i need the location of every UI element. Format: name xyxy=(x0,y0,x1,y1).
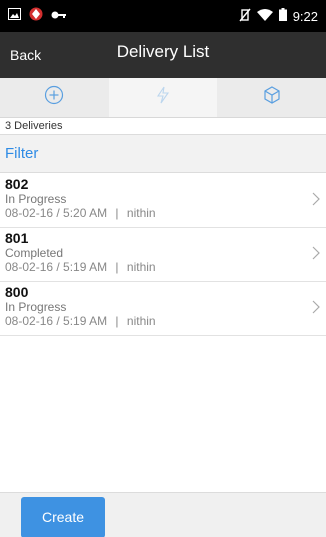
app-header: Back Delivery List xyxy=(0,32,326,78)
delivery-user: nithin xyxy=(126,260,156,274)
lightning-icon xyxy=(156,86,170,109)
chevron-right-icon xyxy=(312,192,320,211)
app-icon xyxy=(29,7,43,26)
image-icon xyxy=(8,7,21,25)
delivery-id: 801 xyxy=(5,230,29,246)
chevron-right-icon xyxy=(312,300,320,319)
delivery-user: nithin xyxy=(126,206,156,220)
chevron-right-icon xyxy=(312,246,320,265)
plus-circle-icon xyxy=(44,85,64,110)
delivery-list: 802 In Progress 08-02-16 / 5:20 AM | nit… xyxy=(0,174,326,336)
tab-add[interactable] xyxy=(0,78,109,117)
delivery-meta: 08-02-16 / 5:19 AM | nithin xyxy=(5,260,326,274)
delivery-status: In Progress xyxy=(5,192,67,206)
tab-package[interactable] xyxy=(217,78,326,117)
meta-separator: | xyxy=(115,314,119,328)
list-item[interactable]: 801 Completed 08-02-16 / 5:19 AM | nithi… xyxy=(0,228,326,282)
battery-icon xyxy=(278,8,287,24)
delivery-id: 802 xyxy=(5,176,29,192)
delivery-meta: 08-02-16 / 5:19 AM | nithin xyxy=(5,314,326,328)
box-icon xyxy=(262,85,282,110)
delivery-meta: 08-02-16 / 5:20 AM | nithin xyxy=(5,206,326,220)
delivery-count: 3 Deliveries xyxy=(0,118,326,135)
page-title: Delivery List xyxy=(116,42,210,61)
delivery-status: In Progress xyxy=(5,300,67,314)
delivery-user: nithin xyxy=(126,314,156,328)
tab-bar xyxy=(0,78,326,118)
tab-activity[interactable] xyxy=(108,78,218,117)
meta-separator: | xyxy=(115,206,119,220)
vibrate-off-icon xyxy=(239,8,251,25)
status-time: 9:22 xyxy=(292,8,318,24)
system-icons: 9:22 xyxy=(239,8,318,25)
delivery-datetime: 08-02-16 / 5:19 AM xyxy=(5,260,108,274)
footer-bar: Create xyxy=(0,492,326,537)
notification-icons xyxy=(8,7,67,26)
list-item[interactable]: 802 In Progress 08-02-16 / 5:20 AM | nit… xyxy=(0,174,326,228)
delivery-id: 800 xyxy=(5,284,29,300)
meta-separator: | xyxy=(115,260,119,274)
create-button[interactable]: Create xyxy=(21,497,105,537)
delivery-status: Completed xyxy=(5,246,64,260)
key-icon xyxy=(51,7,67,25)
delivery-datetime: 08-02-16 / 5:20 AM xyxy=(5,206,108,220)
filter-link[interactable]: Filter xyxy=(0,135,326,173)
list-item[interactable]: 800 In Progress 08-02-16 / 5:19 AM | nit… xyxy=(0,282,326,336)
delivery-datetime: 08-02-16 / 5:19 AM xyxy=(5,314,108,328)
wifi-icon xyxy=(256,8,273,24)
status-bar: 9:22 xyxy=(0,0,326,32)
